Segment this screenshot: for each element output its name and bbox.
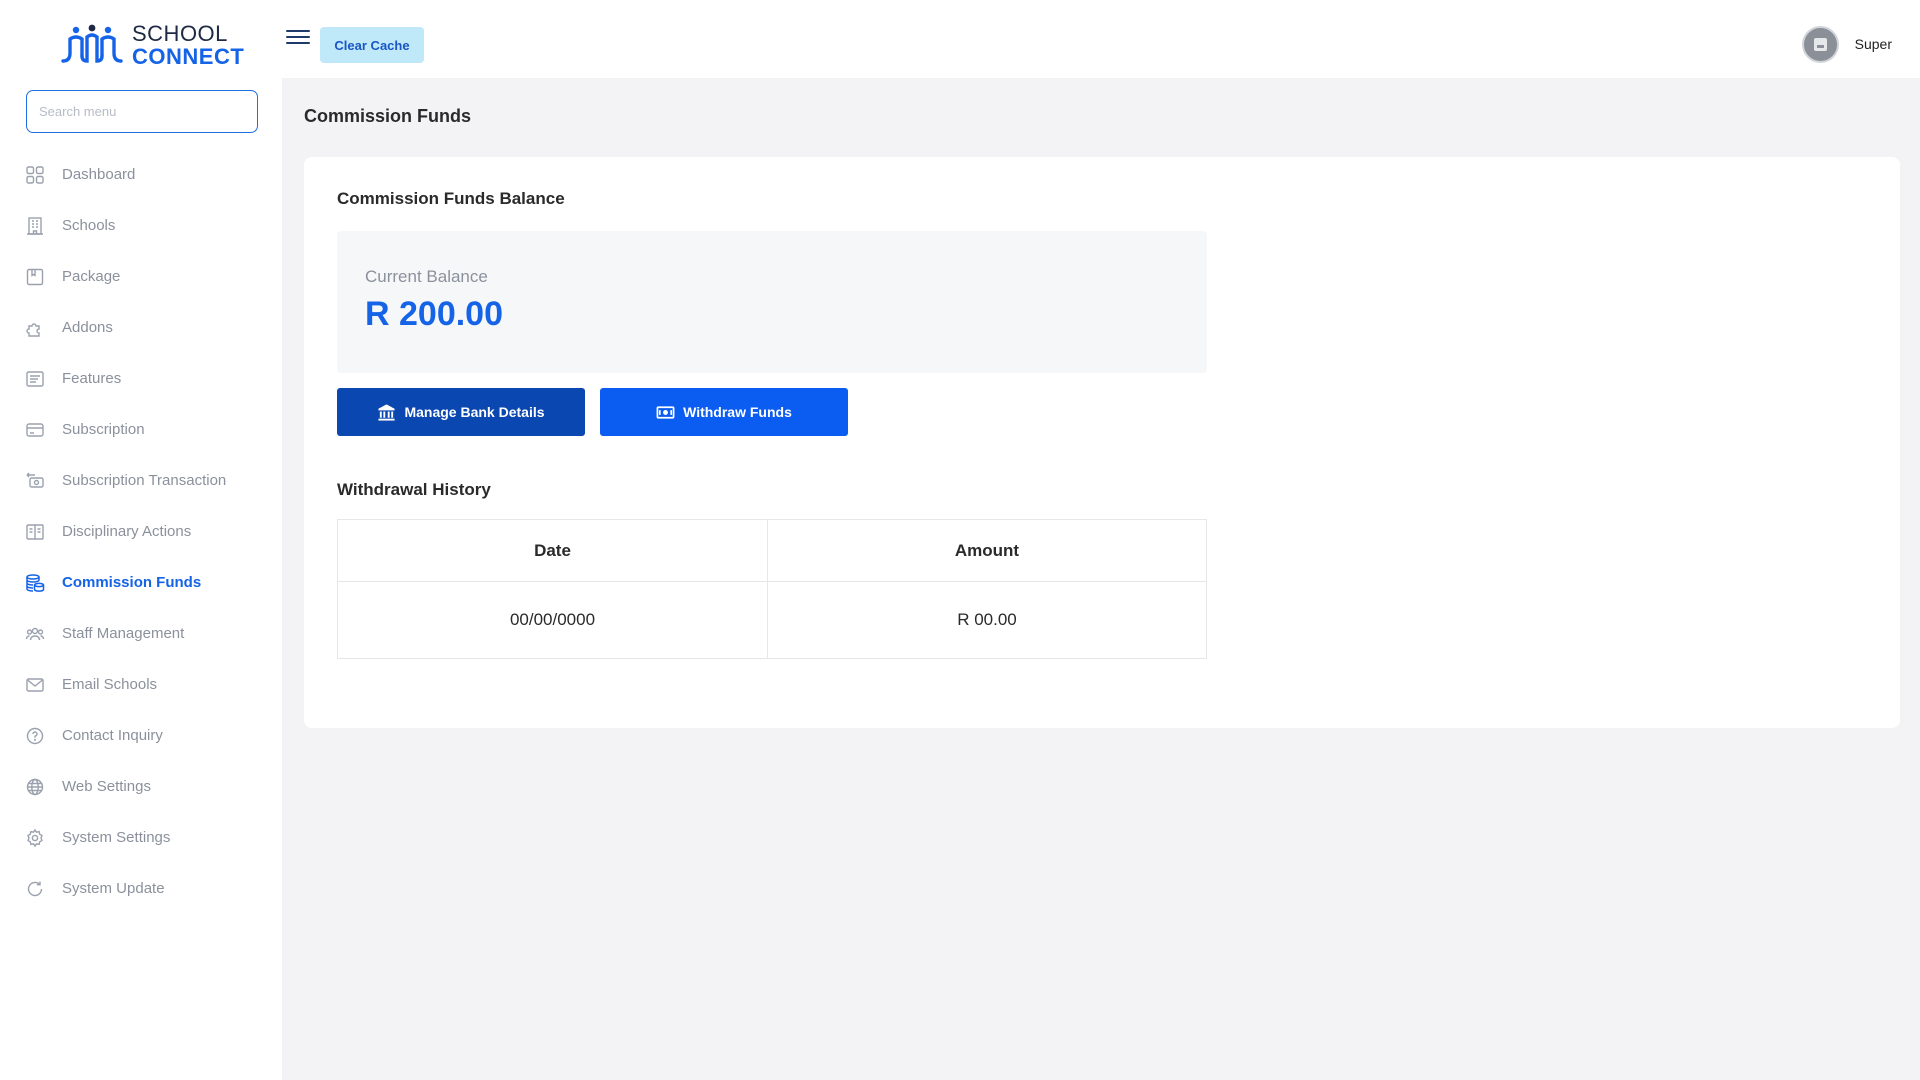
- sidebar-item-label: Subscription Transaction: [62, 472, 227, 489]
- balance-box: Current Balance R 200.00: [337, 231, 1207, 373]
- withdrawal-history-title: Withdrawal History: [337, 480, 491, 499]
- sidebar-menu: Dashboard Schools Package Addons Feature…: [0, 149, 282, 914]
- sidebar-item-label: Commission Funds: [62, 574, 202, 591]
- page-title: Commission Funds: [304, 106, 472, 126]
- avatar[interactable]: [1801, 25, 1839, 63]
- bank-icon: [378, 403, 396, 421]
- logo-text-connect: CONNECT: [132, 43, 245, 69]
- question-icon: [25, 726, 45, 746]
- gear-icon: [25, 828, 45, 848]
- top-header: Clear Cache Super: [282, 0, 1920, 78]
- user-name: Super: [1854, 36, 1892, 52]
- table-header-row: Date Amount: [337, 519, 1207, 582]
- sidebar-item-label: Subscription: [62, 421, 145, 438]
- sidebar-item-commission-funds[interactable]: Commission Funds: [0, 557, 282, 608]
- sidebar-item-label: Schools: [62, 217, 116, 234]
- sidebar-item-dashboard[interactable]: Dashboard: [0, 149, 282, 200]
- users-icon: [25, 624, 45, 644]
- user-menu[interactable]: Super: [1801, 25, 1892, 63]
- globe-icon: [25, 777, 45, 797]
- manage-bank-details-button[interactable]: Manage Bank Details: [337, 388, 585, 436]
- commission-funds-card: Commission Funds Balance Current Balance…: [304, 157, 1900, 728]
- clear-cache-button[interactable]: Clear Cache: [320, 27, 424, 63]
- sidebar-item-label: Features: [62, 370, 122, 387]
- withdrawal-history-table: Date Amount 00/00/0000 R 00.00: [337, 519, 1207, 659]
- card-title: Commission Funds Balance: [337, 189, 565, 208]
- sidebar-item-label: Package: [62, 268, 121, 285]
- cell-date: 00/00/0000: [337, 581, 768, 659]
- sidebar-item-addons[interactable]: Addons: [0, 302, 282, 353]
- avatar-image-icon: [1813, 37, 1827, 51]
- sidebar-item-label: Email Schools: [62, 676, 158, 693]
- sidebar: SCHOOL CONNECT Dashboard Schools: [0, 0, 282, 1080]
- sidebar-item-staff-management[interactable]: Staff Management: [0, 608, 282, 659]
- sidebar-item-subscription-transaction[interactable]: Subscription Transaction: [0, 455, 282, 506]
- building-icon: [25, 216, 45, 236]
- logo[interactable]: SCHOOL CONNECT: [60, 22, 244, 68]
- withdraw-funds-button[interactable]: Withdraw Funds: [600, 388, 848, 436]
- hamburger-menu-icon[interactable]: [286, 30, 310, 48]
- sidebar-item-label: Dashboard: [62, 166, 136, 183]
- cell-amount: R 00.00: [767, 581, 1207, 659]
- sidebar-item-label: Staff Management: [62, 625, 185, 642]
- cash-icon: [656, 405, 675, 419]
- transaction-icon: [25, 471, 45, 491]
- sidebar-item-package[interactable]: Package: [0, 251, 282, 302]
- table-row: 00/00/0000 R 00.00: [337, 581, 1207, 659]
- sidebar-item-system-settings[interactable]: System Settings: [0, 812, 282, 863]
- logo-icon: [61, 24, 123, 63]
- balance-label: Current Balance: [365, 267, 488, 286]
- balance-value: R 200.00: [365, 295, 503, 333]
- mail-icon: [25, 675, 45, 695]
- sidebar-item-subscription[interactable]: Subscription: [0, 404, 282, 455]
- column-header-date[interactable]: Date: [337, 519, 768, 582]
- logo-text-school: SCHOOL: [132, 20, 228, 46]
- manage-bank-details-label: Manage Bank Details: [404, 404, 545, 420]
- withdraw-funds-label: Withdraw Funds: [683, 404, 792, 420]
- list-icon: [25, 369, 45, 389]
- sidebar-item-contact-inquiry[interactable]: Contact Inquiry: [0, 710, 282, 761]
- sidebar-item-web-settings[interactable]: Web Settings: [0, 761, 282, 812]
- sidebar-item-label: System Update: [62, 880, 165, 897]
- sidebar-item-disciplinary-actions[interactable]: Disciplinary Actions: [0, 506, 282, 557]
- search-menu-input[interactable]: [26, 90, 258, 133]
- sidebar-item-label: Addons: [62, 319, 113, 336]
- coins-icon: [25, 573, 45, 593]
- app-root: SCHOOL CONNECT Dashboard Schools: [0, 0, 1920, 1080]
- sidebar-item-email-schools[interactable]: Email Schools: [0, 659, 282, 710]
- refresh-icon: [25, 879, 45, 899]
- sidebar-item-schools[interactable]: Schools: [0, 200, 282, 251]
- book-icon: [25, 522, 45, 542]
- sidebar-item-label: System Settings: [62, 829, 171, 846]
- column-header-amount[interactable]: Amount: [767, 519, 1207, 582]
- puzzle-icon: [25, 318, 45, 338]
- package-icon: [25, 267, 45, 287]
- sidebar-item-system-update[interactable]: System Update: [0, 863, 282, 914]
- card-icon: [25, 420, 45, 440]
- sidebar-item-label: Disciplinary Actions: [62, 523, 192, 540]
- sidebar-item-label: Contact Inquiry: [62, 727, 163, 744]
- grid-icon: [25, 165, 45, 185]
- sidebar-item-label: Web Settings: [62, 778, 151, 795]
- sidebar-item-features[interactable]: Features: [0, 353, 282, 404]
